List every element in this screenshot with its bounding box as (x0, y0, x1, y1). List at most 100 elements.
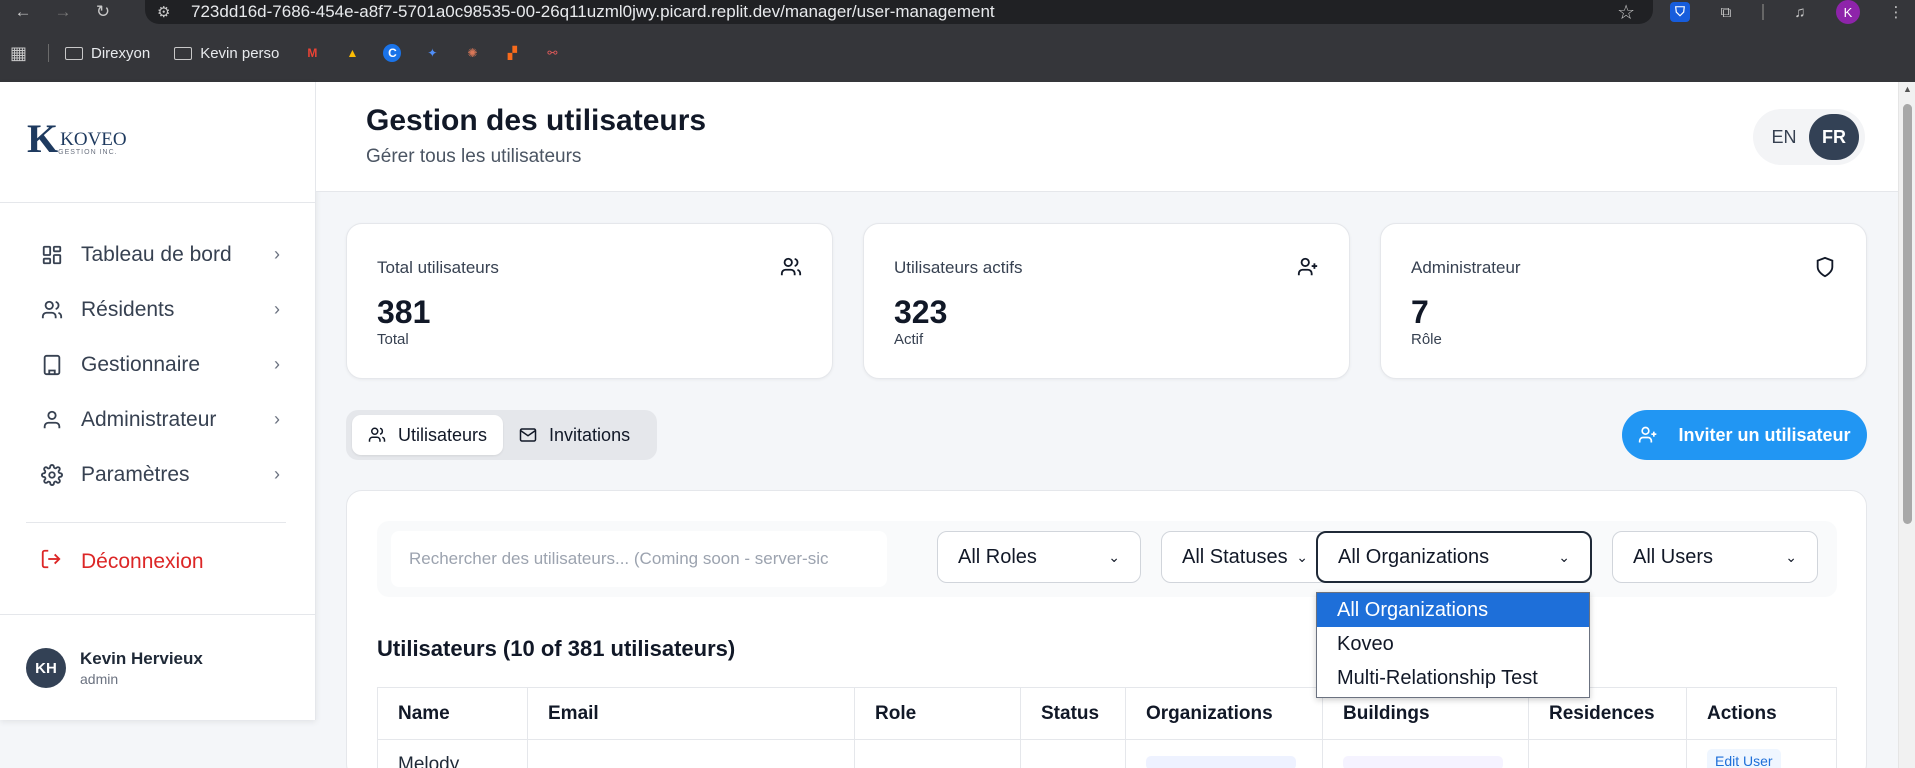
users-panel: Rechercher des utilisateurs... (Coming s… (346, 490, 1867, 768)
logo-mark: K (27, 116, 59, 161)
users-select[interactable]: All Users ⌄ (1612, 531, 1818, 583)
organization-badge (1146, 756, 1296, 768)
apps-grid-icon[interactable]: ▦ (10, 43, 32, 64)
lang-en-button[interactable]: EN (1759, 114, 1809, 160)
edit-user-button[interactable]: Edit User (1707, 749, 1781, 768)
stat-label: Utilisateurs actifs (894, 258, 1023, 277)
logo-text: KOVEO (60, 129, 127, 150)
koveo-logo[interactable]: K KOVEO GESTION INC. (27, 116, 127, 161)
extensions-icon[interactable]: ⧉ (1716, 2, 1736, 22)
cell-buildings (1322, 739, 1529, 768)
mail-icon (519, 428, 537, 442)
back-icon[interactable]: ← (14, 2, 32, 22)
chevron-right-icon: › (274, 464, 280, 484)
logout-icon (40, 548, 64, 576)
table-row[interactable]: Melody Edit User (377, 739, 1837, 768)
chevron-down-icon: ⌄ (1296, 548, 1308, 565)
column-header-name[interactable]: Name (377, 687, 528, 740)
claude-icon[interactable]: ✺ (463, 44, 481, 62)
column-header-organizations[interactable]: Organizations (1125, 687, 1323, 740)
browser-toolbar: ← → ↻ ⚙ 723dd16d-7686-454e-a8f7-5701a0c9… (0, 0, 1915, 24)
sidebar-divider (0, 614, 316, 615)
sidebar-item-administrator[interactable]: Administrateur › (40, 392, 280, 447)
folder-icon (65, 46, 83, 60)
cell-email (527, 739, 855, 768)
building-icon (40, 353, 64, 377)
reload-icon[interactable]: ↻ (94, 2, 112, 22)
media-icon[interactable]: ♫ (1790, 2, 1810, 22)
bookmark-folder-direxyon[interactable]: Direxyon (65, 45, 150, 62)
c-app-icon[interactable]: C (383, 44, 402, 62)
stat-value: 7 (1411, 294, 1429, 330)
sidebar-item-label: Gestionnaire (81, 352, 201, 376)
dropdown-option-koveo[interactable]: Koveo (1317, 627, 1589, 661)
logout-button[interactable]: Déconnexion (40, 548, 204, 576)
users-icon (780, 257, 802, 276)
organizations-select-value: All Organizations (1338, 545, 1490, 568)
users-section-title: Utilisateurs (10 of 381 utilisateurs) (377, 636, 736, 661)
url-text[interactable]: 723dd16d-7686-454e-a8f7-5701a0c98535-00-… (191, 2, 995, 22)
lang-fr-button[interactable]: FR (1809, 114, 1859, 160)
dropdown-option-all-organizations[interactable]: All Organizations (1317, 593, 1589, 627)
avatar: KH (26, 648, 66, 688)
sidebar-nav: Tableau de bord › Résidents › Gestionnai… (40, 227, 280, 502)
column-header-actions[interactable]: Actions (1686, 687, 1837, 740)
search-input[interactable]: Rechercher des utilisateurs... (Coming s… (391, 531, 887, 587)
scrollbar-thumb[interactable] (1903, 104, 1912, 524)
user-plus-icon (1639, 426, 1657, 443)
statuses-select[interactable]: All Statuses ⌄ (1161, 531, 1329, 583)
chevron-down-icon: ⌄ (1558, 548, 1570, 565)
tab-users[interactable]: Utilisateurs (352, 415, 504, 455)
bookmark-star-icon[interactable]: ☆ (1617, 0, 1635, 25)
sidebar-item-dashboard[interactable]: Tableau de bord › (40, 227, 280, 282)
profile-avatar[interactable]: K (1836, 0, 1860, 24)
sidebar-item-manager[interactable]: Gestionnaire › (40, 337, 280, 392)
chevron-right-icon: › (274, 409, 280, 429)
sidebar-item-label: Paramètres (81, 462, 190, 486)
filters-bar: Rechercher des utilisateurs... (Coming s… (377, 521, 1837, 597)
sidebar-item-settings[interactable]: Paramètres › (40, 447, 280, 502)
scroll-up-icon[interactable]: ▲ (1903, 84, 1912, 94)
column-header-email[interactable]: Email (527, 687, 855, 740)
address-bar[interactable]: ⚙ 723dd16d-7686-454e-a8f7-5701a0c98535-0… (145, 0, 1653, 24)
current-user[interactable]: KH Kevin Hervieux admin (26, 648, 203, 688)
bitwarden-icon[interactable]: ⛉ (1670, 2, 1690, 22)
user-name: Kevin Hervieux (80, 649, 203, 668)
sidebar: K KOVEO GESTION INC. Tableau de bord › R… (0, 82, 316, 720)
cell-actions: Edit User (1686, 739, 1837, 768)
column-header-status[interactable]: Status (1020, 687, 1126, 740)
stat-card-active-users: Utilisateurs actifs 323 Actif (863, 223, 1350, 379)
bookmarks-divider (48, 44, 49, 62)
user-plus-icon (1297, 257, 1318, 276)
gmail-icon[interactable]: M (303, 44, 321, 62)
drive-icon[interactable]: ▲ (343, 44, 361, 62)
bookmark-label: Direxyon (91, 44, 151, 62)
column-header-role[interactable]: Role (854, 687, 1021, 740)
roles-select[interactable]: All Roles ⌄ (937, 531, 1141, 583)
sidebar-item-residents[interactable]: Résidents › (40, 282, 280, 337)
organizations-select[interactable]: All Organizations ⌄ (1316, 531, 1592, 583)
shield-icon (1816, 256, 1834, 278)
page-title: Gestion des utilisateurs (366, 104, 707, 137)
stat-value: 323 (894, 294, 948, 330)
gemini-icon[interactable]: ✦ (423, 44, 441, 62)
divider-icon (1762, 4, 1764, 20)
user-meta: Kevin Hervieux admin (80, 649, 203, 687)
figma-like-icon[interactable]: ▞ (503, 44, 521, 62)
invite-user-button[interactable]: Inviter un utilisateur (1622, 410, 1867, 460)
sidebar-item-label: Administrateur (81, 407, 217, 431)
chevron-down-icon: ⌄ (1108, 548, 1120, 565)
menu-icon[interactable]: ⋮ (1886, 2, 1906, 22)
dropdown-option-multi-relationship-test[interactable]: Multi-Relationship Test (1317, 661, 1589, 695)
bookmark-folder-kevin-perso[interactable]: Kevin perso (174, 45, 279, 62)
cell-residences (1528, 739, 1687, 768)
logo-subtext: GESTION INC. (58, 149, 118, 156)
site-info-icon[interactable]: ⚙ (157, 3, 179, 21)
page-subtitle: Gérer tous les utilisateurs (366, 146, 582, 167)
link-graph-icon[interactable]: ⚯ (543, 44, 561, 62)
page-scrollbar[interactable]: ▲ (1898, 82, 1915, 768)
page-header: Gestion des utilisateurs Gérer tous les … (316, 82, 1898, 192)
organizations-dropdown-list: All Organizations Koveo Multi-Relationsh… (1316, 592, 1590, 698)
tab-invitations[interactable]: Invitations (503, 415, 646, 455)
forward-icon[interactable]: → (54, 2, 72, 22)
